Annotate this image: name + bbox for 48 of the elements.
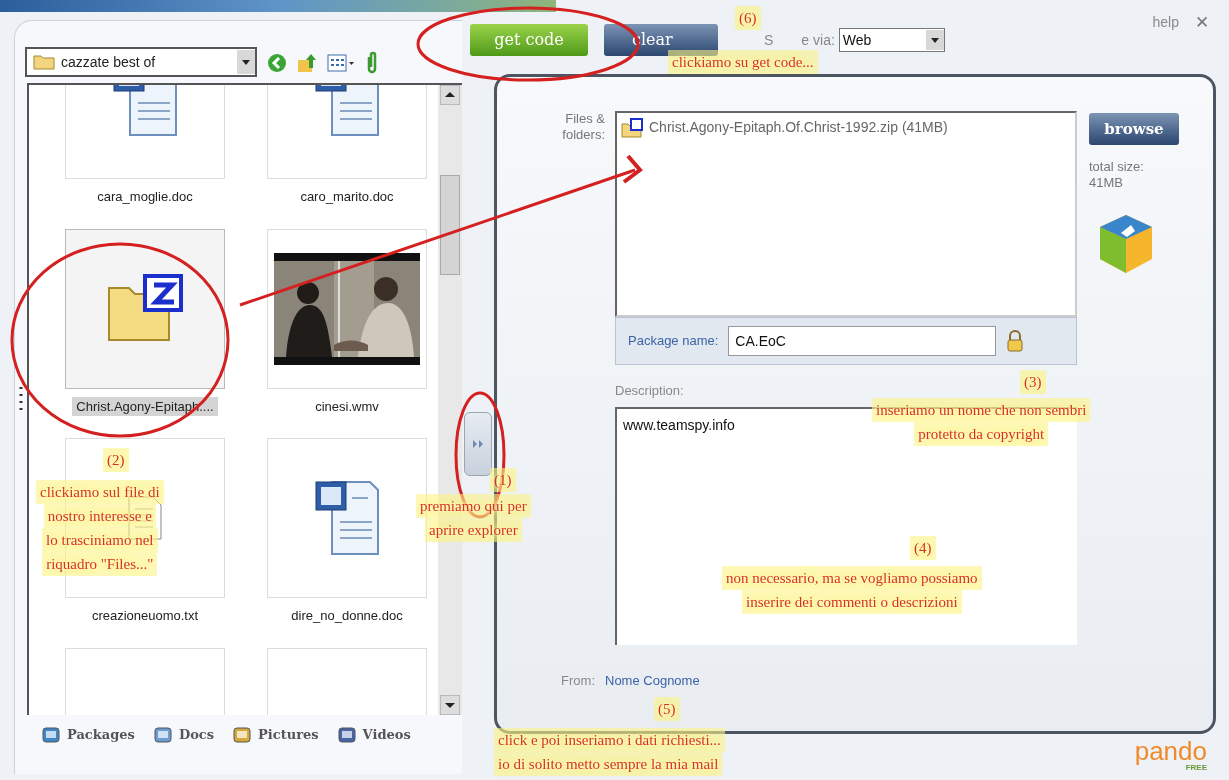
splitter-grip-icon[interactable] <box>19 386 23 412</box>
double-chevron-icon <box>472 439 484 449</box>
file-name[interactable]: caro_marito.doc <box>296 187 398 207</box>
total-size-label: total size: <box>1089 159 1145 175</box>
from-label: From: <box>560 671 596 690</box>
annotation-text: premiamo qui per <box>416 494 531 518</box>
package-name-label: Package name: <box>628 332 719 351</box>
logo-tag: FREE <box>1185 764 1207 772</box>
view-options-icon[interactable] <box>327 53 355 73</box>
annotation-text: riquadro "Files..." <box>42 552 158 576</box>
category-tab[interactable]: Pictures <box>258 725 319 745</box>
share-label: e via: <box>801 30 835 50</box>
paperclip-icon[interactable] <box>365 51 379 75</box>
folder-name: cazzate best of <box>61 52 157 72</box>
annotation-number: (2) <box>103 448 129 472</box>
file-name[interactable]: cinesi.wmv <box>311 396 383 416</box>
total-size-value: 41MB <box>1089 175 1124 191</box>
file-name[interactable]: cara_moglie.doc <box>93 187 197 207</box>
file-name[interactable]: dire_no_donne.doc <box>287 606 407 626</box>
files-list[interactable]: Christ.Agony-Epitaph.Of.Christ-1992.zip (41MB) <box>615 111 1077 317</box>
category-tab[interactable]: Docs <box>178 725 215 745</box>
package-cube-icon <box>1097 213 1155 275</box>
from-name-link[interactable]: Nome Cognome <box>605 670 700 690</box>
browse-button[interactable]: browse <box>1089 113 1179 145</box>
file-thumbnail[interactable] <box>267 228 427 389</box>
share-dropdown[interactable]: Web <box>838 28 945 52</box>
file-thumbnail[interactable] <box>65 228 225 389</box>
file-name[interactable]: creazioneuomo.txt <box>87 606 203 626</box>
folder-icon <box>33 54 55 70</box>
scroll-down-icon[interactable] <box>440 695 460 715</box>
package-name-field[interactable]: CA.EoC <box>728 326 997 356</box>
category-tab[interactable]: Videos <box>362 725 411 745</box>
scrollbar-thumb[interactable] <box>440 175 460 275</box>
files-label: Files & folders: <box>561 111 606 144</box>
folder-up-icon[interactable] <box>297 52 317 74</box>
logo-text: pando <box>1134 738 1207 764</box>
scroll-up-icon[interactable] <box>440 85 460 105</box>
zip-file-icon <box>621 117 643 138</box>
attached-file[interactable]: Christ.Agony-Epitaph.Of.Christ-1992.zip (41MB) <box>649 117 948 138</box>
category-tab[interactable]: Packages <box>67 725 135 745</box>
zip-folder-icon <box>105 273 185 344</box>
description-label: Description: <box>615 382 684 400</box>
lock-icon[interactable] <box>1006 330 1025 352</box>
share-label: S <box>764 30 774 50</box>
folder-dropdown[interactable]: cazzate best of <box>25 47 257 77</box>
expand-panel-handle[interactable] <box>464 412 492 476</box>
close-button[interactable]: ✕ <box>1195 10 1209 32</box>
back-icon[interactable] <box>267 53 287 73</box>
